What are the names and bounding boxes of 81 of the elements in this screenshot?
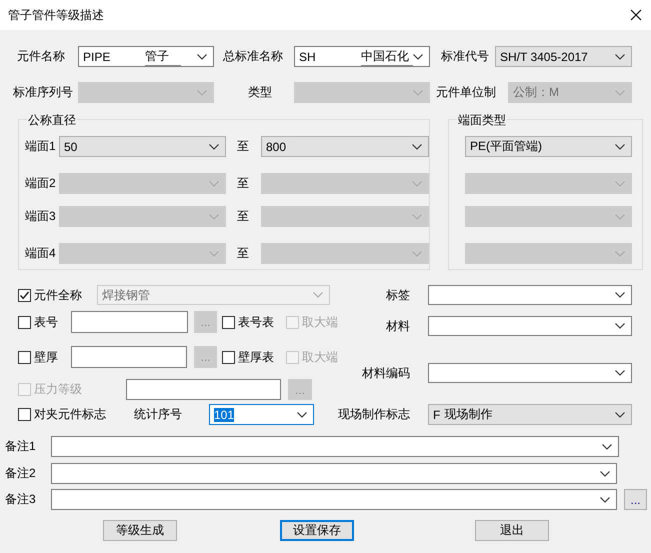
chevron-icon [600, 470, 610, 476]
field-label: 材料 [385, 318, 410, 334]
checkbox[interactable]: 表号表 [222, 314, 284, 330]
field-label: 端面2 [25, 175, 57, 192]
field-label: 至 [237, 208, 250, 225]
field-label: 标签 [385, 286, 410, 304]
chevron-icon [413, 90, 423, 96]
chevron-icon [615, 250, 625, 256]
field-label: 元件名称 [17, 48, 66, 65]
chevron-icon [412, 144, 422, 150]
window-title: 管子管件等级描述 [7, 6, 104, 24]
chevron-icon [209, 214, 219, 220]
chevron-icon [615, 214, 625, 220]
dropdown[interactable]: 101 [209, 404, 314, 425]
field-label: 端面3 [25, 208, 57, 225]
chevron-icon [412, 180, 422, 186]
dropdown[interactable]: SH 中国石化 [294, 46, 430, 67]
check-icon [19, 290, 30, 300]
checkbox[interactable]: 元件全称 [18, 286, 96, 304]
browse-button[interactable]: ... [624, 489, 647, 510]
dropdown[interactable]: SH/T 3405-2017 [495, 46, 632, 67]
text-field[interactable] [71, 311, 188, 333]
checkbox[interactable]: 壁厚 [18, 348, 70, 366]
field-label: 元件单位制 [436, 84, 497, 101]
chevron-icon [197, 90, 207, 96]
field-label: 材料编码 [361, 364, 410, 382]
chevron-icon [602, 444, 612, 450]
field-label: 总标准名称 [223, 48, 284, 65]
chevron-icon [313, 292, 323, 298]
text-field[interactable] [71, 346, 187, 368]
checkbox[interactable]: 表号 [18, 314, 70, 330]
field-label: 至 [237, 245, 250, 262]
field-label: 备注3 [5, 491, 37, 508]
group-title: 端面类型 [457, 112, 507, 129]
field-label: 类型 [248, 84, 273, 101]
field-label: 至 [237, 138, 250, 155]
dropdown[interactable] [51, 436, 619, 457]
dropdown[interactable]: F 现场制作 [428, 404, 632, 425]
dropdown[interactable] [428, 285, 632, 305]
field-label: 端面4 [25, 245, 57, 262]
dropdown[interactable] [428, 363, 632, 383]
checkbox[interactable]: 对夹元件标志 [18, 406, 113, 423]
field-label: 备注2 [5, 465, 37, 482]
close-icon[interactable] [630, 9, 642, 21]
chevron-icon [600, 496, 610, 502]
chevron-icon [209, 144, 219, 150]
chevron-icon [615, 412, 625, 418]
save-button[interactable]: 设置保存 [280, 520, 354, 541]
field-label: 端面1 [25, 138, 57, 155]
chevron-icon [197, 54, 207, 60]
chevron-icon [297, 412, 307, 418]
dropdown[interactable]: PIPE 管子 [78, 46, 214, 67]
field-label: 至 [237, 175, 250, 192]
text-field[interactable] [126, 379, 281, 400]
chevron-icon [615, 54, 625, 60]
chevron-icon [209, 180, 219, 186]
dropdown[interactable]: PE(平面管端) [465, 136, 632, 157]
field-label: 统计序号 [134, 406, 183, 423]
chevron-icon [615, 180, 625, 186]
field-label: 备注1 [5, 438, 37, 455]
chevron-icon [615, 292, 625, 298]
chevron-icon [615, 90, 625, 96]
field-label: 现场制作标志 [338, 406, 410, 423]
dropdown[interactable] [51, 489, 617, 510]
dropdown[interactable] [51, 463, 617, 484]
field-label: 标准代号 [441, 48, 490, 65]
chevron-icon [615, 370, 625, 376]
group-title: 公称直径 [27, 112, 77, 129]
chevron-icon [412, 214, 422, 220]
chevron-icon [412, 250, 422, 256]
chevron-icon [615, 144, 625, 150]
checkbox[interactable]: 壁厚表 [222, 348, 284, 366]
chevron-icon [615, 323, 625, 329]
exit-button[interactable]: 退出 [475, 520, 549, 541]
chevron-icon [413, 54, 423, 60]
generate-button[interactable]: 等级生成 [103, 520, 177, 541]
dropdown[interactable]: 50 [59, 136, 226, 157]
field-label: 标准序列号 [13, 84, 74, 101]
dropdown[interactable] [428, 316, 632, 336]
chevron-icon [209, 250, 219, 256]
dropdown[interactable]: 800 [261, 136, 429, 157]
